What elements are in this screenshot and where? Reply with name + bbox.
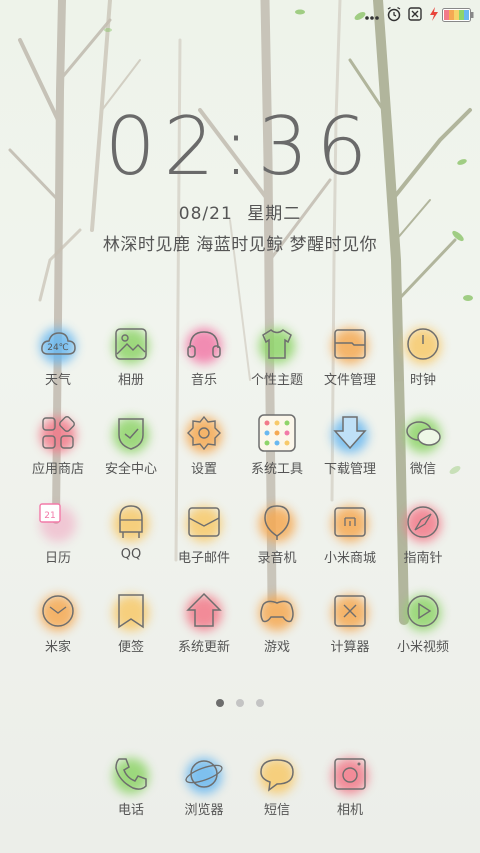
app-settings[interactable]: 设置 — [164, 413, 244, 491]
app-music[interactable]: 音乐 — [164, 324, 244, 402]
app-label: 相机 — [336, 803, 363, 818]
close-box-icon — [408, 7, 422, 21]
tools-grid-icon — [258, 414, 296, 452]
browser-planet-icon — [185, 760, 223, 788]
tshirt-icon — [262, 329, 292, 359]
battery-icon — [442, 8, 474, 22]
dock-phone[interactable]: 电话 — [91, 754, 171, 832]
page-dot-3[interactable] — [256, 699, 264, 707]
camera-icon — [334, 758, 366, 790]
clock-icon — [407, 328, 439, 360]
gear-icon — [187, 415, 221, 451]
calendar-icon: 21 — [39, 503, 61, 523]
gamepad-icon — [260, 600, 294, 623]
app-system-update[interactable]: 系统更新 — [164, 591, 244, 669]
lockscreen-clock: 02:36 — [104, 100, 376, 193]
page-dot-1[interactable] — [216, 699, 224, 707]
date: 08/21 — [178, 204, 233, 224]
app-clock[interactable]: 时钟 — [383, 324, 463, 402]
app-label: 小米视频 — [396, 640, 449, 655]
app-email[interactable]: 电子邮件 — [164, 502, 244, 580]
app-weather[interactable]: 24℃ 天气 — [18, 324, 98, 402]
wechat-icon — [406, 421, 441, 446]
app-label: 时钟 — [409, 373, 436, 388]
page-dot-2[interactable] — [236, 699, 244, 707]
more-icon — [365, 16, 379, 20]
shield-icon — [118, 418, 144, 450]
app-label: 微信 — [409, 462, 436, 477]
calculator-icon — [334, 595, 366, 627]
download-arrow-icon — [333, 416, 367, 450]
app-wechat[interactable]: 微信 — [383, 413, 463, 491]
app-mi-store[interactable]: 小米商城 — [310, 502, 390, 580]
status-bar — [0, 0, 480, 28]
folder-icon — [334, 329, 366, 359]
mi-store-bag-icon — [334, 507, 366, 537]
app-games[interactable]: 游戏 — [237, 591, 317, 669]
phone-icon — [115, 758, 147, 790]
charging-icon — [430, 7, 438, 21]
page-indicator — [0, 699, 480, 709]
compass-icon — [407, 506, 439, 538]
app-store-icon — [42, 416, 75, 449]
dock-messages[interactable]: 短信 — [237, 754, 317, 832]
app-qq[interactable]: QQ — [91, 502, 171, 580]
app-recorder[interactable]: 录音机 — [237, 502, 317, 580]
headphones-icon — [187, 331, 221, 358]
app-app-store[interactable]: 应用商店 — [18, 413, 98, 491]
microphone-icon — [264, 505, 290, 540]
app-mi-video[interactable]: 小米视频 — [383, 591, 463, 669]
gallery-icon — [115, 328, 147, 360]
app-calculator[interactable]: 计算器 — [310, 591, 390, 669]
alarm-icon — [387, 6, 401, 22]
app-compass[interactable]: 指南针 — [383, 502, 463, 580]
calendar-day: 21 — [44, 511, 55, 521]
app-system-tools[interactable]: 系统工具 — [237, 413, 317, 491]
app-file-manager[interactable]: 文件管理 — [310, 324, 390, 402]
date-line: 08/21 星期二 — [0, 199, 480, 224]
dock-browser[interactable]: 浏览器 — [164, 754, 244, 832]
message-bubble-icon — [260, 759, 294, 792]
email-icon — [188, 507, 220, 537]
update-house-icon — [186, 592, 222, 627]
app-themes[interactable]: 个性主题 — [237, 324, 317, 402]
mijia-icon — [42, 595, 74, 627]
bookmark-note-icon — [118, 594, 144, 629]
qq-penguin-icon — [119, 505, 143, 538]
dock-camera[interactable]: 相机 — [310, 754, 390, 832]
app-label: 指南针 — [403, 551, 443, 566]
weather-cloud-icon: 24℃ — [41, 332, 76, 355]
video-play-icon — [407, 595, 439, 627]
motto-text: 林深时见鹿 海蓝时见鲸 梦醒时见你 — [102, 235, 378, 255]
app-notes[interactable]: 便签 — [91, 591, 171, 669]
app-downloads[interactable]: 下载管理 — [310, 413, 390, 491]
app-security[interactable]: 安全中心 — [91, 413, 171, 491]
app-calendar[interactable]: 21 日历 — [18, 502, 98, 580]
weekday: 星期二 — [247, 204, 302, 224]
app-mijia[interactable]: 米家 — [18, 591, 98, 669]
weather-temp: 24℃ — [47, 343, 69, 353]
app-gallery[interactable]: 相册 — [91, 324, 171, 402]
